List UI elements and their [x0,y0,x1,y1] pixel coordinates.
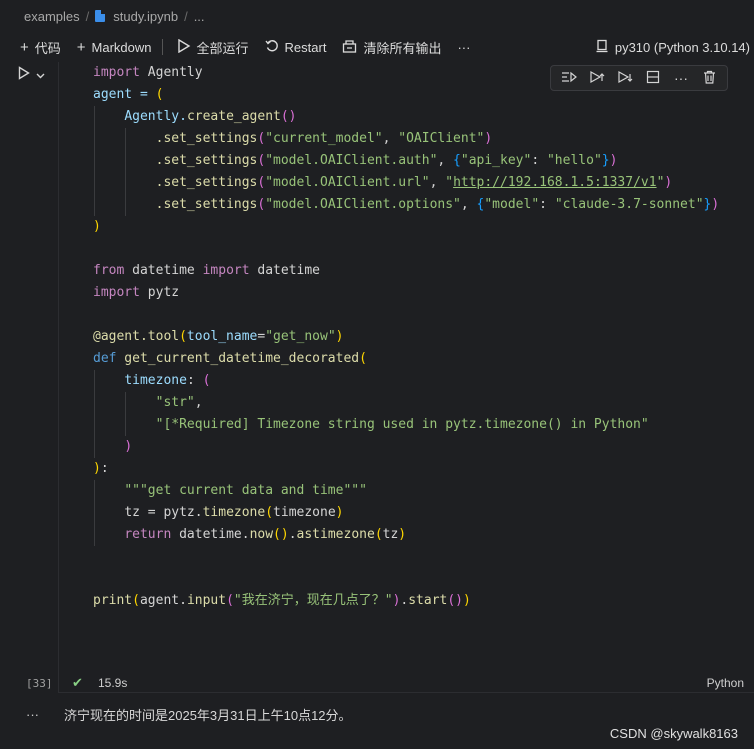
breadcrumb-separator: / [184,8,188,24]
add-code-cell-button[interactable]: + 代码 [20,38,61,57]
success-check-icon: ✔ [72,675,83,690]
restart-button[interactable]: Restart [264,39,327,56]
clear-outputs-button[interactable]: 清除所有输出 [342,38,441,57]
execution-count: [33] [26,676,53,690]
plus-icon: + [20,38,29,56]
breadcrumb-more[interactable]: ... [194,9,205,24]
restart-icon [264,39,279,56]
toolbar-divider [161,39,163,55]
run-cell-icon[interactable] [18,66,30,83]
add-markdown-label: Markdown [91,39,152,55]
watermark: CSDN @skywalk8163 [609,726,738,741]
cell-status-bar: [33] ✔ 15.9s Python [0,672,754,694]
run-all-icon [177,38,191,56]
more-icon: ··· [457,39,471,55]
run-all-button[interactable]: 全部运行 [177,38,249,57]
url-link[interactable]: http://192.168.1.5:1337/v1 [453,175,657,190]
cell-output: ··· 济宁现在的时间是2025年3月31日上午10点12分。 [0,703,754,725]
output-more-icon[interactable]: ··· [26,707,39,722]
restart-label: Restart [284,39,327,55]
code-editor[interactable]: import Agently agent = ( Agently.create_… [93,62,719,612]
cell-run-controls [18,66,45,83]
breadcrumb: examples / study.ipynb / ... [0,0,754,32]
breadcrumb-separator: / [85,8,90,24]
add-markdown-cell-button[interactable]: + Markdown [77,40,152,55]
kernel-picker[interactable]: py310 (Python 3.10.14) [595,32,750,62]
notebook-file-icon [95,10,106,22]
add-code-label: 代码 [34,40,61,56]
kernel-icon [595,39,609,56]
output-text: 济宁现在的时间是2025年3月31日上午10点12分。 [64,707,352,723]
cell-language[interactable]: Python [707,676,744,690]
execution-duration: 15.9s [98,676,128,690]
breadcrumb-file[interactable]: study.ipynb [113,9,178,24]
breadcrumb-folder[interactable]: examples [24,9,80,24]
chevron-down-icon[interactable] [36,67,45,82]
kernel-label: py310 (Python 3.10.14) [614,39,750,55]
clear-outputs-label: 清除所有输出 [363,40,442,56]
run-all-label: 全部运行 [196,40,249,56]
clear-outputs-icon [342,39,357,56]
plus-icon: + [76,38,86,56]
notebook-toolbar: + 代码 + Markdown 全部运行 Restart 清除所有输出 ··· … [0,32,754,62]
toolbar-more-button[interactable]: ··· [457,40,470,55]
